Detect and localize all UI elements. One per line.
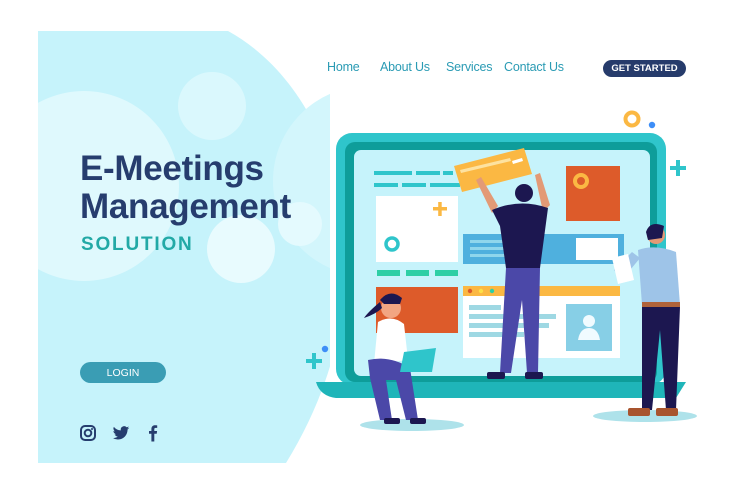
plus-icon [306,353,322,369]
nav-home[interactable]: Home [327,60,360,74]
nav-services[interactable]: Services [446,60,493,74]
nav-contact-us[interactable]: Contact Us [504,60,564,74]
facebook-icon[interactable] [144,424,162,442]
decor-ring-icon [623,110,641,128]
get-started-button[interactable]: GET STARTED [603,60,686,77]
hero-illustration [306,110,697,431]
title-line-1: E-Meetings [80,149,264,188]
instagram-icon[interactable] [79,424,97,442]
twitter-icon[interactable] [112,424,130,442]
decor-dot [648,121,656,129]
login-button[interactable]: LOGIN [80,362,166,383]
nav-about-us[interactable]: About Us [380,60,430,74]
page-subtitle: SOLUTION [81,234,194,255]
title-line-2: Management [80,187,291,226]
page-title: E-Meetings Management [80,150,291,226]
decor-dot [321,345,329,353]
plus-icon [670,160,686,176]
